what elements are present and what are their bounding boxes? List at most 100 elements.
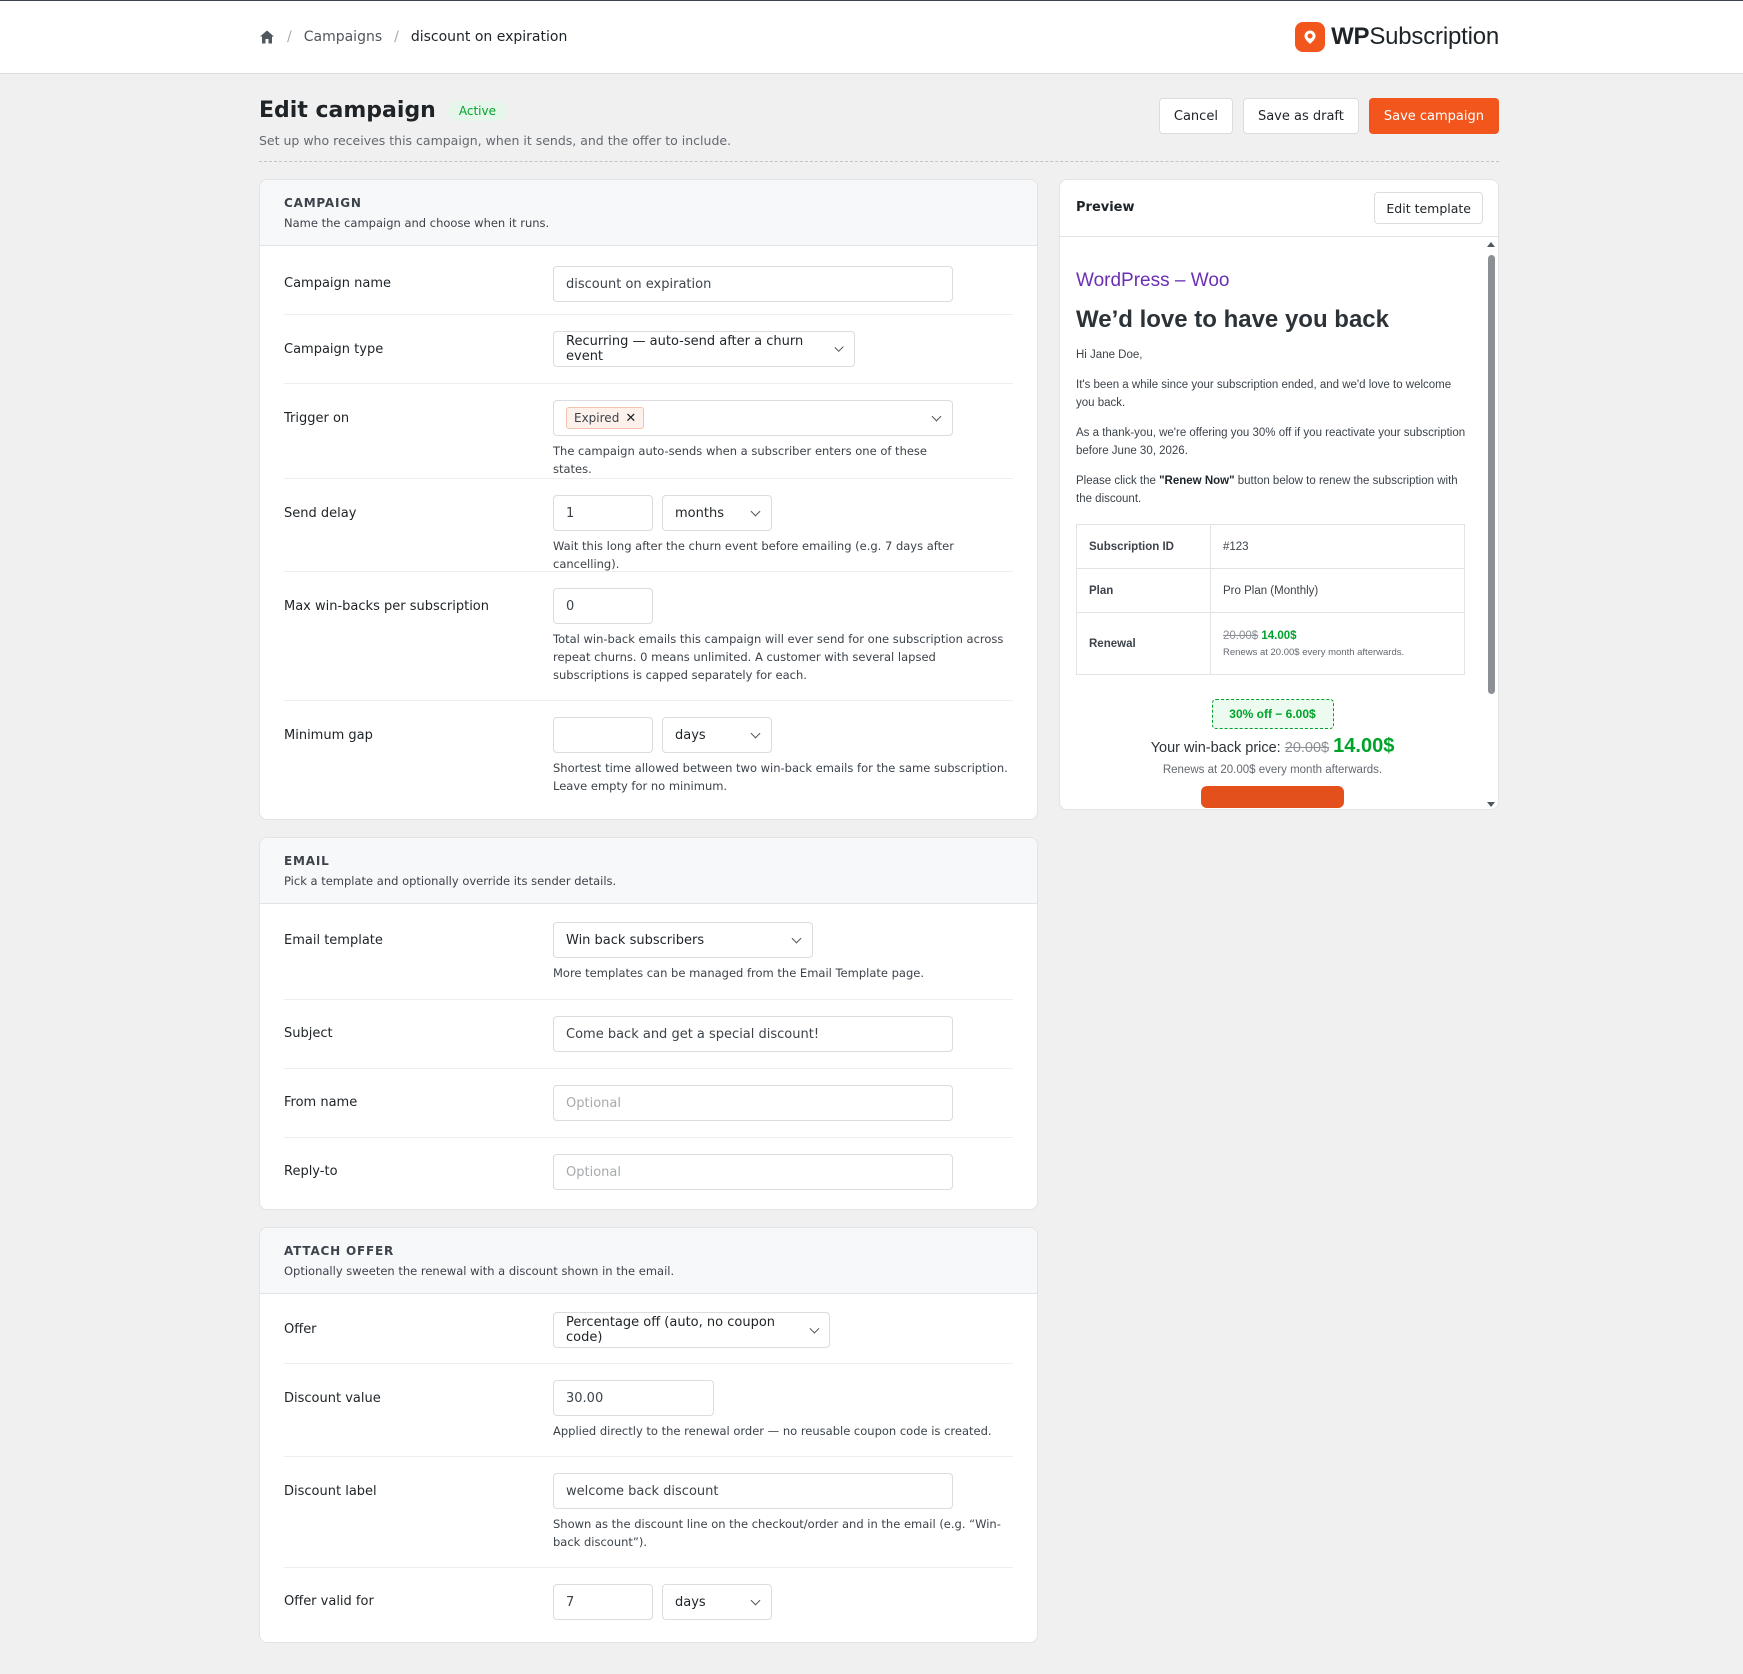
preview-scrollbar[interactable] — [1484, 238, 1498, 809]
select-value: Percentage off (auto, no coupon code) — [566, 1315, 776, 1345]
scroll-down-icon[interactable] — [1487, 802, 1495, 807]
help-text: The campaign auto-sends when a subscribe… — [553, 444, 927, 476]
send-delay-input[interactable]: 1 — [553, 495, 653, 531]
email-paragraph: Please click the "Renew Now" button belo… — [1076, 475, 1458, 505]
max-winbacks-row: Max win-backs per subscription 0 Total w… — [284, 572, 1013, 701]
renews-note: Renews at 20.00$ every month afterwards. — [1162, 764, 1383, 776]
chevron-down-icon — [750, 1595, 761, 1605]
field-label: Email template — [284, 933, 383, 948]
campaign-name-row: Campaign name discount on expiration — [284, 246, 1013, 315]
campaign-type-row: Campaign type Recurring — auto-send afte… — [284, 315, 1013, 384]
table-row: Renewal 20.00$ 14.00$ Renews at 20.00$ e… — [1076, 612, 1465, 675]
top-bar: / Campaigns / discount on expiration WPS… — [0, 0, 1743, 74]
offer-valid-field: 7 days — [553, 1584, 973, 1620]
breadcrumb-current: discount on expiration — [410, 29, 568, 45]
discount-value-input[interactable]: 30.00 — [553, 1380, 714, 1416]
select-value: months — [675, 505, 724, 521]
offer-valid-row: Offer valid for 7 days — [284, 1568, 1013, 1642]
status-badge: Active — [447, 100, 507, 121]
chevron-down-icon — [791, 933, 802, 943]
section-title: ATTACH OFFER — [284, 1244, 395, 1258]
chevron-down-icon — [808, 1323, 819, 1333]
preview-header: Preview Edit template — [1060, 180, 1498, 237]
field-label: Send delay — [284, 506, 357, 521]
offer-valid-input[interactable]: 7 — [553, 1584, 653, 1620]
reply-to-input[interactable]: Optional — [553, 1154, 953, 1190]
save-campaign-button[interactable]: Save campaign — [1368, 98, 1499, 134]
remove-chip-icon[interactable]: ✕ — [625, 411, 636, 426]
chevron-down-icon — [750, 506, 761, 516]
edit-template-button[interactable]: Edit template — [1374, 192, 1483, 224]
table-key: Subscription ID — [1076, 524, 1211, 569]
field-label: From name — [284, 1095, 358, 1110]
section-desc: Name the campaign and choose when it run… — [284, 216, 550, 230]
reply-to-row: Reply-to Optional — [284, 1138, 1013, 1208]
logo-mark-icon — [1295, 22, 1326, 52]
chevron-down-icon — [834, 342, 844, 352]
offer-type-select[interactable]: Percentage off (auto, no coupon code) — [553, 1312, 830, 1348]
field-label: Offer valid for — [284, 1594, 374, 1609]
renew-now-button[interactable] — [1201, 786, 1344, 808]
select-value: days — [675, 1594, 706, 1610]
trigger-field: Expired ✕ The campaign auto-sends when a… — [553, 400, 953, 478]
email-headline: We’d love to have you back — [1076, 306, 1389, 333]
help-text: Total win-back emails this campaign will… — [553, 632, 1004, 682]
offer-row: Offer Percentage off (auto, no coupon co… — [284, 1294, 1013, 1364]
campaign-type-select[interactable]: Recurring — auto-send after a churn even… — [553, 331, 855, 367]
section-title: CAMPAIGN — [284, 196, 362, 210]
table-row: Subscription ID #123 — [1076, 524, 1465, 569]
breadcrumb-campaigns[interactable]: Campaigns — [304, 29, 382, 45]
table-value: Pro Plan (Monthly) — [1210, 568, 1465, 613]
cancel-button[interactable]: Cancel — [1158, 98, 1233, 134]
campaign-name-input[interactable]: discount on expiration — [553, 266, 953, 302]
save-draft-button[interactable]: Save as draft — [1242, 98, 1359, 134]
preview-panel: Preview Edit template WordPress – Woo We… — [1059, 179, 1499, 810]
chevron-down-icon — [931, 411, 942, 421]
minimum-gap-unit-select[interactable]: days — [662, 717, 772, 753]
scroll-up-icon[interactable] — [1487, 242, 1495, 247]
field-label: Trigger on — [284, 411, 350, 426]
subscription-details-table: Subscription ID #123 Plan Pro Plan (Mont… — [1076, 524, 1465, 675]
subject-row: Subject Come back and get a special disc… — [284, 1000, 1013, 1069]
select-value: Recurring — auto-send after a churn even… — [566, 334, 804, 364]
header-actions: Cancel Save as draft Save campaign — [1158, 98, 1499, 134]
email-preview[interactable]: WordPress – Woo We’d love to have you ba… — [1060, 238, 1485, 809]
from-name-input[interactable]: Optional — [553, 1085, 953, 1121]
send-delay-row: Send delay 1 months Wait this long after… — [284, 479, 1013, 572]
table-row: Plan Pro Plan (Monthly) — [1076, 568, 1465, 613]
from-name-row: From name Optional — [284, 1069, 1013, 1138]
trigger-row: Trigger on Expired ✕ The campaign auto-s… — [284, 384, 1013, 479]
select-value: days — [675, 727, 706, 743]
email-paragraph: It's been a while since your subscriptio… — [1076, 379, 1452, 409]
help-text: Shortest time allowed between two win-ba… — [553, 761, 1008, 793]
send-delay-field: 1 months Wait this long after the churn … — [553, 495, 973, 573]
offer-badge: 30% off − 6.00$ — [1211, 699, 1334, 729]
minimum-gap-row: Minimum gap days Shortest time allowed b… — [284, 701, 1013, 816]
breadcrumb-separator: / — [287, 29, 292, 45]
email-template-select[interactable]: Win back subscribers — [553, 922, 813, 958]
section-desc: Pick a template and optionally override … — [284, 874, 617, 888]
discount-value-row: Discount value 30.00 Applied directly to… — [284, 1364, 1013, 1457]
trigger-multiselect[interactable]: Expired ✕ — [553, 400, 953, 436]
field-label: Campaign name — [284, 276, 392, 291]
scroll-thumb[interactable] — [1488, 255, 1495, 694]
discount-label-input[interactable]: welcome back discount — [553, 1473, 953, 1509]
section-desc: Optionally sweeten the renewal with a di… — [284, 1264, 675, 1278]
minimum-gap-input[interactable] — [553, 717, 653, 753]
page-subtitle: Set up who receives this campaign, when … — [259, 133, 732, 148]
max-winbacks-field: 0 Total win-back emails this campaign wi… — [553, 588, 1013, 684]
send-delay-unit-select[interactable]: months — [662, 495, 772, 531]
home-icon[interactable] — [259, 29, 275, 45]
offer-card-header: ATTACH OFFER Optionally sweeten the rene… — [260, 1228, 1037, 1294]
max-winbacks-input[interactable]: 0 — [553, 588, 653, 624]
offer-valid-unit-select[interactable]: days — [662, 1584, 772, 1620]
help-text: Shown as the discount line on the checko… — [553, 1517, 1001, 1549]
help-text: Applied directly to the renewal order — … — [553, 1424, 992, 1438]
store-name: WordPress – Woo — [1076, 270, 1230, 291]
breadcrumb-separator: / — [394, 29, 399, 45]
select-value: Win back subscribers — [566, 932, 705, 948]
email-template-row: Email template Win back subscribers More… — [284, 904, 1013, 1000]
subject-input[interactable]: Come back and get a special discount! — [553, 1016, 953, 1052]
table-key: Renewal — [1076, 612, 1211, 675]
field-label: Max win-backs per subscription — [284, 599, 490, 614]
